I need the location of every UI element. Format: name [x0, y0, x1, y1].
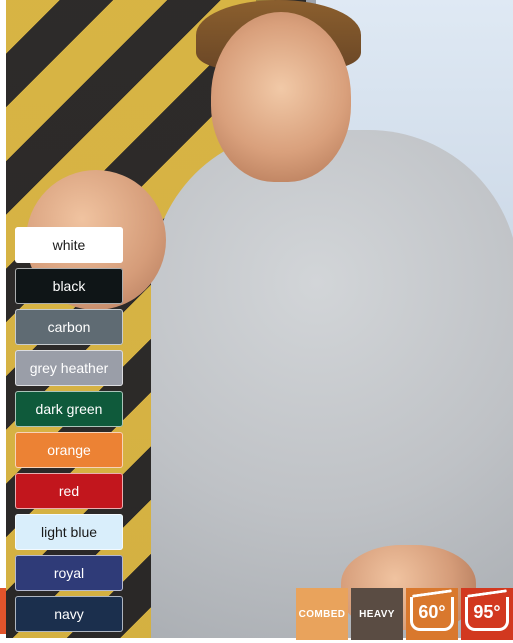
- heavy-label: HEAVY: [359, 608, 395, 620]
- color-swatch-light-blue[interactable]: light blue: [15, 514, 123, 550]
- color-swatch-carbon[interactable]: carbon: [15, 309, 123, 345]
- color-label: white: [52, 237, 86, 253]
- wash-60-label: 60°: [418, 602, 446, 622]
- color-swatch-red[interactable]: red: [15, 473, 123, 509]
- color-swatch-black[interactable]: black: [15, 268, 123, 304]
- heavy-badge: HEAVY: [351, 588, 403, 640]
- color-label: royal: [53, 565, 85, 581]
- color-swatch-list: white black carbon grey heather dark gre…: [15, 227, 123, 637]
- color-swatch-orange[interactable]: orange: [15, 432, 123, 468]
- color-swatch-grey-heather[interactable]: grey heather: [15, 350, 123, 386]
- color-label: orange: [47, 442, 91, 458]
- combed-badge: COMBED: [296, 588, 348, 640]
- washtub-icon: 60°: [410, 597, 454, 631]
- model-head: [211, 12, 351, 182]
- wash-95-badge: 95°: [461, 588, 513, 640]
- color-swatch-navy[interactable]: navy: [15, 596, 123, 632]
- product-feature-badges: COMBED HEAVY 60° 95°: [296, 588, 513, 640]
- wash-95-label: 95°: [473, 602, 501, 622]
- combed-label: COMBED: [298, 608, 346, 620]
- color-swatch-dark-green[interactable]: dark green: [15, 391, 123, 427]
- color-label: navy: [54, 606, 84, 622]
- wash-60-badge: 60°: [406, 588, 458, 640]
- color-label: dark green: [35, 401, 103, 417]
- washtub-icon: 95°: [465, 597, 509, 631]
- color-label: light blue: [40, 524, 98, 540]
- color-swatch-white[interactable]: white: [15, 227, 123, 263]
- color-label: grey heather: [29, 360, 109, 376]
- color-label: black: [52, 278, 86, 294]
- color-label: carbon: [47, 319, 91, 335]
- color-swatch-royal[interactable]: royal: [15, 555, 123, 591]
- color-label: red: [58, 483, 80, 499]
- left-accent-strip: [0, 588, 6, 634]
